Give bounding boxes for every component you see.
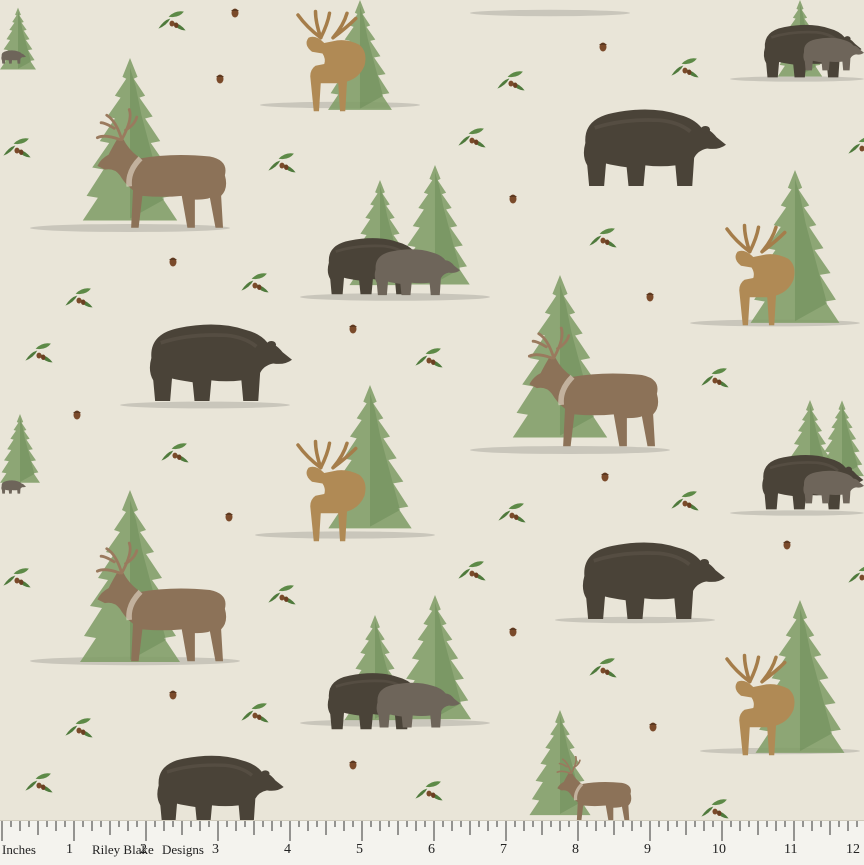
oak-leaf-icon bbox=[848, 136, 864, 156]
acorn-icon bbox=[509, 627, 517, 637]
acorn-icon bbox=[646, 292, 654, 302]
bear-icon bbox=[155, 753, 286, 820]
acorn-icon bbox=[509, 194, 517, 204]
oak-leaf-icon bbox=[241, 273, 269, 293]
ruler-number-1: 1 bbox=[66, 842, 73, 857]
ruler-number-7: 7 bbox=[500, 842, 507, 857]
oak-leaf-icon bbox=[65, 288, 93, 308]
ground-shadow bbox=[470, 9, 630, 17]
ground-shadow bbox=[730, 510, 864, 516]
acorn-icon bbox=[231, 8, 239, 18]
bear-icon bbox=[147, 322, 292, 403]
fabric-print bbox=[0, 0, 864, 820]
oak-leaf-icon bbox=[671, 58, 699, 78]
acorn-icon bbox=[73, 410, 81, 420]
ruler-number-2: 2 bbox=[140, 842, 147, 857]
ruler-number-12: 12 bbox=[846, 842, 860, 857]
bear-icon bbox=[580, 540, 725, 621]
oak-leaf-icon bbox=[458, 561, 486, 581]
ruler-number-9: 9 bbox=[644, 842, 651, 857]
oak-leaf-icon bbox=[161, 443, 189, 463]
oak-leaf-icon bbox=[589, 658, 617, 678]
oak-leaf-icon bbox=[458, 128, 486, 148]
ruler-unit-label: Inches bbox=[2, 842, 36, 857]
ruler-number-10: 10 bbox=[712, 842, 726, 857]
oak-leaf-icon bbox=[701, 799, 729, 819]
oak-leaf-icon bbox=[3, 138, 31, 158]
acorn-icon bbox=[349, 324, 357, 334]
oak-leaf-icon bbox=[497, 71, 525, 91]
ruler-number-6: 6 bbox=[428, 842, 435, 857]
oak-leaf-icon bbox=[415, 348, 443, 368]
ruler-brand-right: Designs bbox=[162, 842, 204, 857]
pine-tree-icon bbox=[0, 414, 40, 483]
pine-tree-icon bbox=[80, 490, 180, 662]
bear-icon bbox=[581, 107, 726, 188]
acorn-icon bbox=[349, 760, 357, 770]
oak-leaf-icon bbox=[65, 718, 93, 738]
fabric-pattern bbox=[0, 0, 864, 820]
oak-leaf-icon bbox=[25, 343, 53, 363]
ruler-number-4: 4 bbox=[284, 842, 291, 857]
oak-leaf-icon bbox=[589, 228, 617, 248]
ground-shadow bbox=[30, 224, 230, 232]
acorn-icon bbox=[216, 74, 224, 84]
ruler-number-8: 8 bbox=[572, 842, 579, 857]
ruler-number-3: 3 bbox=[212, 842, 219, 857]
acorn-icon bbox=[599, 42, 607, 52]
acorn-icon bbox=[649, 722, 657, 732]
pine-tree-icon bbox=[750, 170, 840, 323]
selvage-ruler: Inches Riley Blake Designs 1 2 3 4 5 6 7… bbox=[0, 820, 864, 865]
acorn-icon bbox=[601, 472, 609, 482]
ground-shadow bbox=[300, 719, 490, 727]
oak-leaf-icon bbox=[268, 153, 296, 173]
ground-shadow bbox=[300, 293, 490, 301]
oak-leaf-icon bbox=[3, 568, 31, 588]
oak-leaf-icon bbox=[241, 703, 269, 723]
oak-leaf-icon bbox=[671, 491, 699, 511]
ruler-number-5: 5 bbox=[356, 842, 363, 857]
oak-leaf-icon bbox=[415, 781, 443, 801]
oak-leaf-icon bbox=[25, 773, 53, 793]
oak-leaf-icon bbox=[158, 11, 186, 31]
oak-leaf-icon bbox=[701, 368, 729, 388]
oak-leaf-icon bbox=[848, 565, 864, 585]
acorn-icon bbox=[225, 512, 233, 522]
oak-leaf-icon bbox=[268, 585, 296, 605]
ground-shadow bbox=[470, 446, 670, 454]
acorn-icon bbox=[169, 690, 177, 700]
acorn-icon bbox=[783, 540, 791, 550]
acorn-icon bbox=[169, 257, 177, 267]
oak-leaf-icon bbox=[498, 503, 526, 523]
ruler-number-11: 11 bbox=[784, 842, 798, 857]
ground-shadow bbox=[120, 401, 290, 409]
